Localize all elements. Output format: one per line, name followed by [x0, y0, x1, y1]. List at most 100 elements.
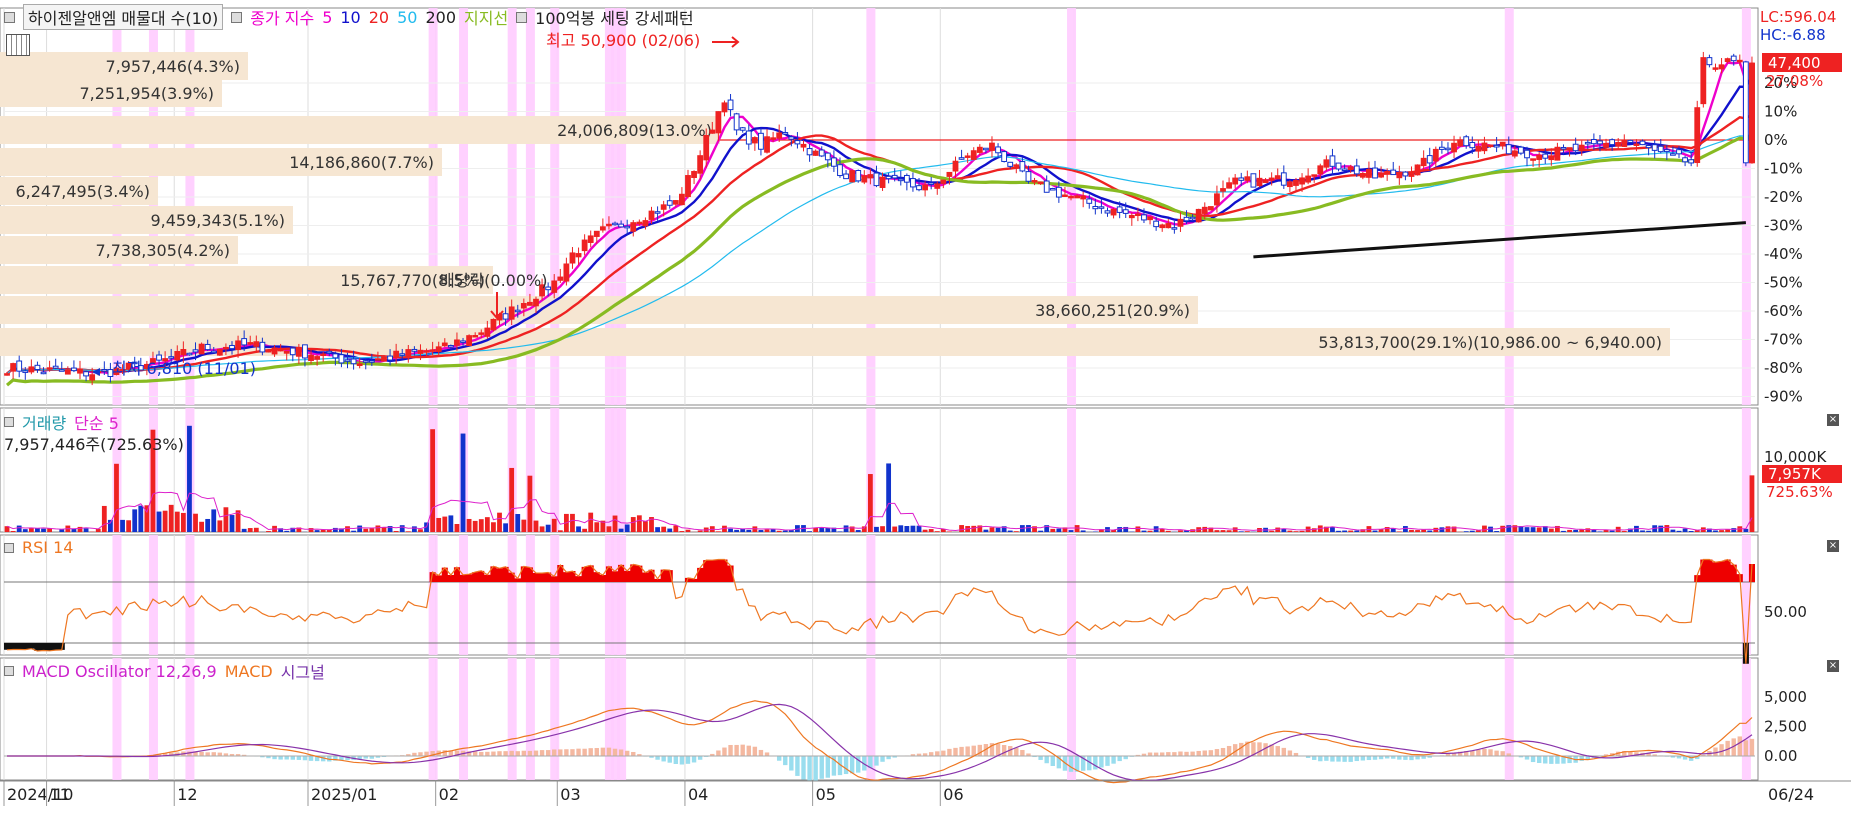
- volume-bar: [1385, 527, 1390, 532]
- volume-profile-label: 38,660,251(20.9%): [1035, 301, 1190, 320]
- header-toggle-icon[interactable]: [4, 12, 15, 23]
- x-axis-label: 06: [943, 785, 963, 804]
- volume-bar: [904, 526, 909, 532]
- pattern-highlight: [550, 658, 559, 780]
- candle-body: [357, 364, 362, 366]
- candle-body: [576, 254, 581, 257]
- volume-bar: [412, 526, 417, 532]
- pct-axis-label: 10%: [1764, 103, 1797, 121]
- macd-histogram-bar: [1257, 742, 1261, 756]
- macd-histogram-bar: [1336, 756, 1340, 762]
- candle-body: [1026, 172, 1031, 182]
- candle-body: [868, 175, 873, 178]
- ticker-label[interactable]: 하이젠알앤엠 매물대 수(10): [23, 4, 223, 30]
- close-icon[interactable]: ×: [1827, 414, 1839, 426]
- macd-histogram-bar: [795, 756, 799, 776]
- candle-body: [1202, 207, 1207, 213]
- candle-body: [1743, 62, 1748, 163]
- candle-body: [1269, 178, 1274, 180]
- candle-body: [649, 211, 654, 219]
- volume-bar: [874, 527, 879, 532]
- rsi-axis-label: 50.00: [1764, 603, 1807, 621]
- macd-histogram-bar: [826, 756, 830, 778]
- pattern-highlight: [526, 535, 535, 655]
- macd-toggle-icon[interactable]: [4, 666, 14, 676]
- macd-histogram-bar: [1002, 745, 1006, 756]
- candle-body: [53, 366, 58, 368]
- candle-body: [838, 165, 843, 176]
- candle-body: [1154, 221, 1159, 226]
- candle-body: [746, 131, 751, 144]
- candle-body: [1324, 160, 1329, 167]
- candle-body: [230, 345, 235, 348]
- candle-body: [832, 158, 837, 166]
- macd-histogram-bar: [509, 751, 513, 756]
- candle-body: [1020, 162, 1025, 171]
- macd-histogram-bar: [698, 756, 702, 760]
- volume-bar: [771, 529, 776, 532]
- candle-body: [1002, 152, 1007, 162]
- macd-histogram-bar: [558, 749, 562, 756]
- candle-body: [1664, 150, 1669, 152]
- candle-body: [977, 147, 982, 152]
- candle-body: [309, 355, 314, 360]
- candle-body: [187, 353, 192, 355]
- volume-bar: [1215, 530, 1220, 532]
- macd-histogram-bar: [972, 746, 976, 756]
- volume-bar: [667, 529, 672, 532]
- candle-body: [84, 372, 89, 376]
- candle-body: [290, 348, 295, 355]
- macd-panel-header: MACD Oscillator 12,26,9 MACD 시그널: [4, 659, 325, 683]
- rsi-toggle-icon[interactable]: [4, 543, 14, 553]
- ma-toggle-icon[interactable]: [231, 12, 242, 23]
- candle-body: [169, 357, 174, 359]
- volume-bar: [655, 527, 660, 532]
- macd-histogram-bar: [199, 752, 203, 756]
- macd-histogram-bar: [668, 756, 672, 763]
- volume-bar: [394, 531, 399, 532]
- volume-bar: [1300, 531, 1305, 532]
- candle-body: [625, 226, 630, 228]
- close-icon[interactable]: ×: [1827, 660, 1839, 672]
- pattern-highlight: [508, 658, 517, 780]
- x-axis-label: 05: [816, 785, 836, 804]
- candle-body: [23, 371, 28, 373]
- volume-bar: [1591, 530, 1596, 532]
- volume-bar: [467, 519, 472, 532]
- volume-toggle-icon[interactable]: [4, 417, 14, 427]
- candle-body: [1135, 214, 1140, 216]
- rsi-title: RSI 14: [22, 538, 73, 557]
- close-icon[interactable]: ×: [1827, 540, 1839, 552]
- candle-body: [643, 221, 648, 226]
- candle-body: [661, 205, 666, 209]
- candle-body: [467, 336, 472, 346]
- candle-body: [254, 342, 259, 347]
- volume-bar: [78, 527, 83, 532]
- volume-bar: [1525, 527, 1530, 532]
- pattern-toggle-icon[interactable]: [516, 12, 527, 23]
- volume-bar: [1239, 531, 1244, 532]
- candle-body: [771, 138, 776, 140]
- volume-bar: [406, 531, 411, 532]
- table-icon[interactable]: [6, 34, 30, 56]
- macd-histogram-bar: [1367, 756, 1371, 760]
- macd-histogram-bar: [1093, 756, 1097, 769]
- volume-bar: [819, 528, 824, 532]
- volume-bar: [382, 527, 387, 532]
- candle-body: [1318, 166, 1323, 174]
- candle-body: [1056, 187, 1061, 197]
- macd-histogram-bar: [716, 750, 720, 756]
- volume-bar: [594, 522, 599, 532]
- candle-body: [1312, 175, 1317, 177]
- volume-bar: [199, 522, 204, 532]
- volume-bar: [84, 528, 89, 532]
- volume-bar: [1640, 530, 1645, 532]
- volume-bar: [661, 527, 666, 532]
- candle-body: [1208, 207, 1213, 210]
- volume-bar: [1646, 531, 1651, 532]
- candle-body: [1391, 170, 1396, 174]
- pct-axis-label: -40%: [1764, 245, 1803, 263]
- macd-axis-label: 2,500: [1764, 718, 1807, 736]
- candle-body: [929, 183, 934, 185]
- pattern-highlight: [429, 535, 438, 655]
